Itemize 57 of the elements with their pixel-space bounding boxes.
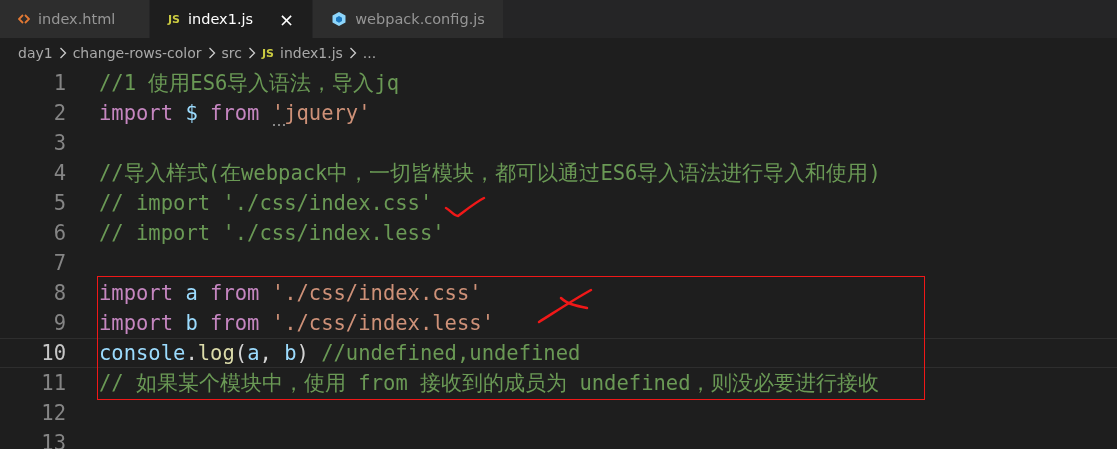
line-number: 9 <box>52 311 66 335</box>
variable-token: a <box>247 341 260 365</box>
line-number: 8 <box>52 281 66 305</box>
breadcrumb-item[interactable]: ... <box>362 45 377 61</box>
string-token: './css/index.less' <box>271 311 494 335</box>
chevron-right-icon <box>207 47 216 59</box>
code-comment: // import './css/index.css' <box>99 191 433 215</box>
code-comment: //undefined,undefined <box>321 341 581 365</box>
keyword-token: from <box>210 311 261 335</box>
line-number: 1 <box>52 71 66 95</box>
check-mark-icon <box>444 196 486 220</box>
chevron-right-icon <box>248 47 256 59</box>
variable-token: b <box>185 311 199 335</box>
keyword-token: from <box>210 101 261 125</box>
keyword-token: import <box>99 311 175 335</box>
code-comment: // 如果某个模块中，使用 from 接收到的成员为 undefined，则没必要进行接收 <box>99 371 880 395</box>
chevron-right-icon <box>348 47 357 59</box>
line-number: 12 <box>40 401 66 425</box>
editor-tab[interactable]: webpack.config.js <box>313 0 504 38</box>
js-file-icon: JS <box>262 46 274 60</box>
keyword-token: import <box>99 281 175 305</box>
variable-token: b <box>284 341 297 365</box>
line-number: 2 <box>52 101 66 125</box>
line-number: 7 <box>52 251 66 275</box>
editor-tab[interactable]: index.html <box>0 0 150 38</box>
keyword-token: from <box>210 281 261 305</box>
breadcrumb-item[interactable]: index1.js <box>280 45 343 61</box>
close-button[interactable]: × <box>279 8 295 30</box>
string-token: 'jquery' <box>271 101 371 125</box>
code-comment: //导入样式(在webpack中，一切皆模块，都可以通过ES6导入语法进行导入和使用) <box>99 161 881 185</box>
line-number: 3 <box>52 131 66 155</box>
line-number: 11 <box>40 371 66 395</box>
punctuation-token: ( <box>234 341 248 365</box>
cube-icon <box>331 11 348 27</box>
breadcrumb-item[interactable]: change-rows-color <box>72 45 202 61</box>
function-token: log <box>197 341 235 365</box>
variable-token: a <box>185 281 199 305</box>
punctuation-token: ) <box>296 341 310 365</box>
string-token: './css/index.css' <box>271 281 482 305</box>
editor-tab[interactable]: JS index1.js × <box>150 0 314 38</box>
code-comment: //1 使用ES6导入语法，导入jq <box>99 71 400 95</box>
chevron-right-icon <box>58 47 67 59</box>
cross-mark-icon <box>537 286 593 326</box>
line-number: 5 <box>52 191 66 215</box>
code-brackets-icon <box>18 13 30 25</box>
code-comment: // import './css/index.less' <box>99 221 445 245</box>
breadcrumb-item[interactable]: day1 <box>18 45 53 61</box>
variable-token: console <box>99 341 186 365</box>
variable-token: $ <box>185 101 199 125</box>
js-file-icon: JS <box>168 12 180 26</box>
keyword-token: import <box>99 101 175 125</box>
breadcrumb-item[interactable]: src <box>221 45 242 61</box>
line-number: 6 <box>52 221 66 245</box>
punctuation-token: , <box>259 341 273 365</box>
line-number: 10 <box>40 341 66 365</box>
line-number: 4 <box>52 161 66 185</box>
punctuation-token: . <box>185 341 198 365</box>
